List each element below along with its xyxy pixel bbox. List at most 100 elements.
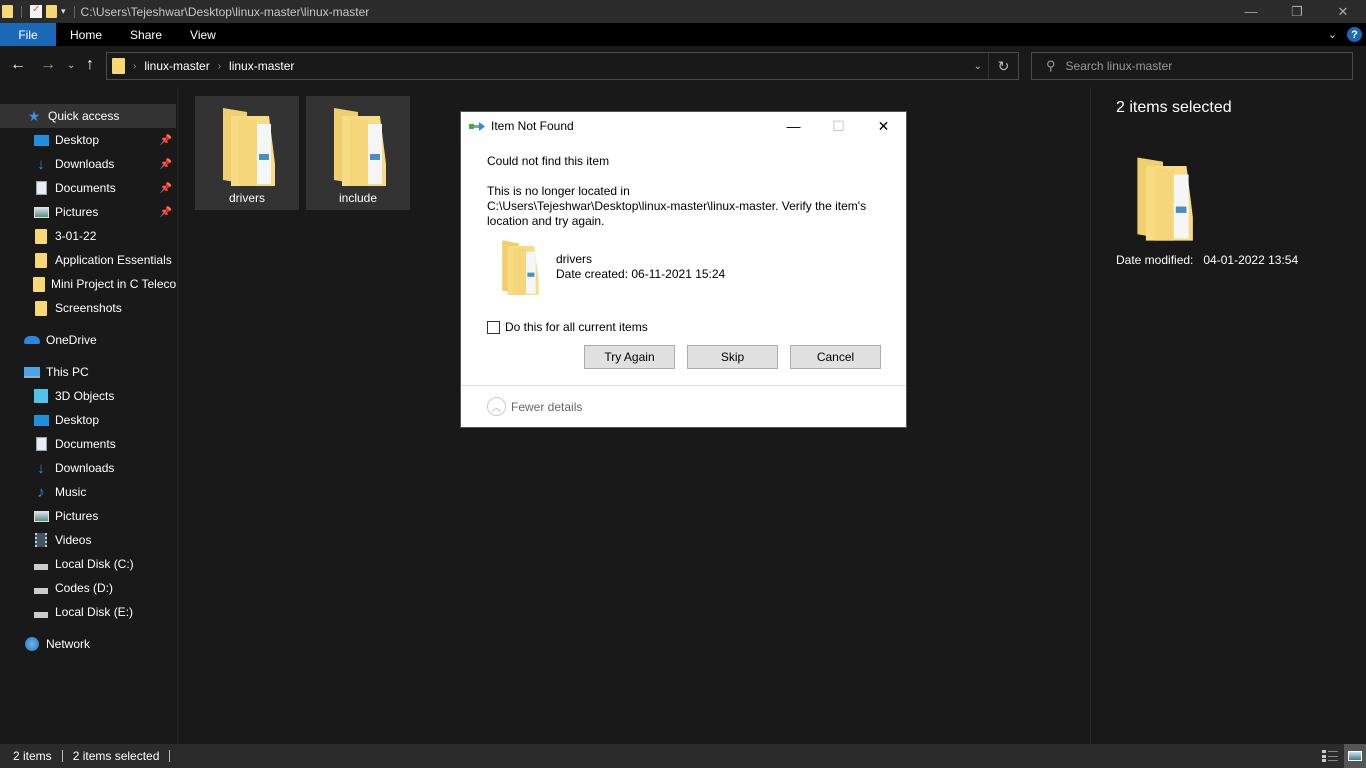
- pin-icon[interactable]: 📌: [160, 159, 172, 170]
- tab-file[interactable]: File: [0, 23, 56, 46]
- quick-access-toolbar: ▾: [0, 4, 79, 18]
- sidebar-item-documents[interactable]: Documents 📌: [0, 176, 176, 200]
- back-button[interactable]: ←: [10, 56, 26, 74]
- search-input[interactable]: ⚲ Search linux-master: [1031, 52, 1353, 80]
- divider: [61, 750, 63, 762]
- large-icons-view-button[interactable]: [1344, 744, 1366, 768]
- sidebar-item-this-pc[interactable]: This PC: [0, 360, 176, 384]
- network-icon: [24, 636, 40, 652]
- navigation-bar: ← → ⌄ ↑ › linux-master › linux-master ⌄ …: [0, 46, 1366, 87]
- folder-item-include[interactable]: include: [306, 96, 410, 210]
- missing-item-date: Date created: 06-11-2021 15:24: [556, 267, 726, 281]
- apply-all-label[interactable]: Do this for all current items: [505, 320, 648, 334]
- close-button[interactable]: ✕: [1320, 0, 1366, 23]
- sidebar-item-mini-project[interactable]: Mini Project in C Teleco: [0, 272, 176, 296]
- cancel-button[interactable]: Cancel: [790, 345, 881, 369]
- tab-share[interactable]: Share: [116, 23, 176, 46]
- pin-icon[interactable]: 📌: [160, 207, 172, 218]
- sidebar-item-3-01-22[interactable]: 3-01-22: [0, 224, 176, 248]
- sidebar-item-codes-d[interactable]: Codes (D:): [0, 576, 176, 600]
- folder-icon: [112, 58, 125, 74]
- properties-icon[interactable]: [30, 4, 42, 18]
- pin-icon[interactable]: 📌: [160, 135, 172, 146]
- folder-icon: [33, 276, 45, 292]
- date-modified-label: Date modified:: [1116, 253, 1194, 267]
- sidebar-item-screenshots[interactable]: Screenshots: [0, 296, 176, 320]
- folder-name: drivers: [228, 191, 265, 205]
- sidebar-item-music[interactable]: ♪ Music: [0, 480, 176, 504]
- date-modified-value: 04-01-2022 13:54: [1203, 253, 1299, 267]
- details-pane: 2 items selected Date modified: 04-01-20…: [1090, 87, 1366, 744]
- dialog-maximize-button[interactable]: ☐: [816, 112, 861, 140]
- sidebar-item-documents-pc[interactable]: Documents: [0, 432, 176, 456]
- tab-home[interactable]: Home: [56, 23, 116, 46]
- sidebar-item-pictures[interactable]: Pictures 📌: [0, 200, 176, 224]
- breadcrumb-item[interactable]: linux-master: [144, 59, 209, 73]
- title-bar: ▾ C:\Users\Tejeshwar\Desktop\linux-maste…: [0, 0, 1366, 23]
- documents-icon: [33, 180, 49, 196]
- fewer-details-label: Fewer details: [511, 399, 583, 414]
- sidebar-item-application-essentials[interactable]: Application Essentials: [0, 248, 176, 272]
- sidebar-item-quick-access[interactable]: ★ Quick access: [0, 104, 176, 128]
- message-line: This is no longer located in: [487, 184, 630, 198]
- details-view-button[interactable]: [1322, 749, 1338, 763]
- up-button[interactable]: ↑: [86, 56, 94, 74]
- restore-button[interactable]: ❐: [1274, 0, 1320, 23]
- window-title: C:\Users\Tejeshwar\Desktop\linux-master\…: [80, 4, 370, 19]
- fewer-details-button[interactable]: ︿ Fewer details: [487, 397, 582, 416]
- new-folder-icon[interactable]: [46, 5, 57, 18]
- sidebar-item-videos[interactable]: Videos: [0, 528, 176, 552]
- sidebar-item-desktop[interactable]: Desktop 📌: [0, 128, 176, 152]
- folder-icon: [33, 252, 49, 268]
- pin-icon[interactable]: 📌: [160, 183, 172, 194]
- help-icon[interactable]: ?: [1347, 27, 1362, 42]
- folder-icon: [217, 106, 277, 186]
- chevron-right-icon[interactable]: ›: [218, 61, 221, 72]
- dialog-heading: Could not find this item: [487, 154, 610, 168]
- folder-icon: [497, 239, 541, 298]
- sidebar-item-local-disk-e[interactable]: Local Disk (E:): [0, 600, 176, 624]
- sidebar-item-pictures-pc[interactable]: Pictures: [0, 504, 176, 528]
- breadcrumb-item[interactable]: linux-master: [229, 59, 294, 73]
- sidebar-item-3d-objects[interactable]: 3D Objects: [0, 384, 176, 408]
- onedrive-icon: [24, 332, 40, 348]
- apply-all-checkbox[interactable]: [487, 320, 500, 334]
- documents-icon: [33, 436, 49, 452]
- dialog-close-button[interactable]: ✕: [861, 112, 906, 140]
- dialog-message: This is no longer located in C:\Users\Te…: [487, 184, 887, 229]
- sidebar-item-local-disk-c[interactable]: Local Disk (C:): [0, 552, 176, 576]
- customize-toolbar-icon[interactable]: ▾: [61, 6, 66, 17]
- sidebar-item-downloads[interactable]: ↓ Downloads 📌: [0, 152, 176, 176]
- desktop-icon: [33, 132, 49, 148]
- recent-locations-button[interactable]: ⌄: [67, 60, 75, 71]
- pictures-icon: [33, 508, 49, 524]
- folder-preview-icon: [1131, 155, 1195, 244]
- expand-ribbon-icon[interactable]: ⌄: [1328, 28, 1337, 41]
- sidebar-item-onedrive[interactable]: OneDrive: [0, 328, 176, 352]
- message-line: C:\Users\Tejeshwar\Desktop\linux-master\…: [487, 199, 867, 228]
- chevron-up-icon: ︿: [487, 397, 506, 416]
- tab-view[interactable]: View: [176, 23, 230, 46]
- divider: [21, 5, 22, 18]
- selected-count: 2 items selected: [72, 749, 160, 763]
- sidebar-item-desktop-pc[interactable]: Desktop: [0, 408, 176, 432]
- sidebar-item-network[interactable]: Network: [0, 632, 176, 656]
- sidebar-item-downloads-pc[interactable]: ↓ Downloads: [0, 456, 176, 480]
- search-icon: ⚲: [1046, 58, 1056, 73]
- try-again-button[interactable]: Try Again: [584, 345, 675, 369]
- folder-item-drivers[interactable]: drivers: [195, 96, 299, 210]
- address-bar[interactable]: › linux-master › linux-master ⌄ ↻: [106, 52, 1019, 80]
- refresh-button[interactable]: ↻: [988, 53, 1018, 79]
- forward-button[interactable]: →: [40, 56, 56, 74]
- pictures-icon: [33, 204, 49, 220]
- dialog-minimize-button[interactable]: —: [771, 112, 816, 140]
- chevron-right-icon[interactable]: ›: [133, 61, 136, 72]
- item-not-found-dialog: Item Not Found — ☐ ✕ Could not find this…: [460, 111, 907, 428]
- apply-all-checkbox-row[interactable]: Do this for all current items: [487, 320, 648, 334]
- minimize-button[interactable]: —: [1228, 0, 1274, 23]
- folder-icon[interactable]: [2, 5, 13, 18]
- chevron-down-icon[interactable]: ⌄: [974, 53, 982, 79]
- status-bar: 2 items 2 items selected: [0, 744, 1366, 768]
- file-operation-icon: [469, 121, 485, 131]
- skip-button[interactable]: Skip: [687, 345, 778, 369]
